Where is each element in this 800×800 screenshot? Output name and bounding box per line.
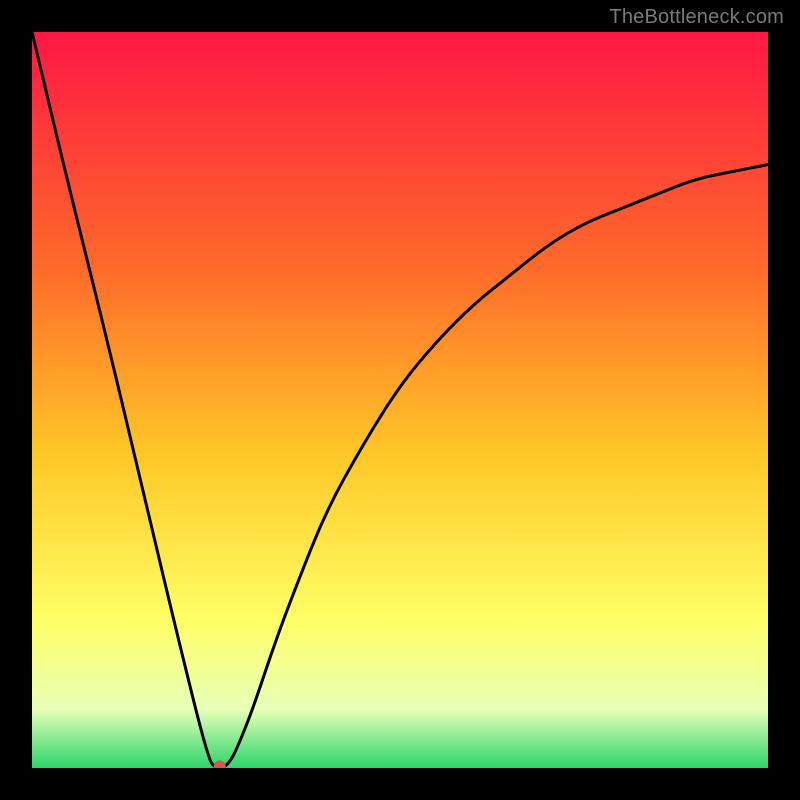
chart-svg — [32, 32, 768, 768]
chart-frame — [32, 32, 768, 768]
chart-root: TheBottleneck.com — [0, 0, 800, 800]
gradient-background — [32, 32, 768, 768]
attribution-label: TheBottleneck.com — [609, 6, 784, 29]
